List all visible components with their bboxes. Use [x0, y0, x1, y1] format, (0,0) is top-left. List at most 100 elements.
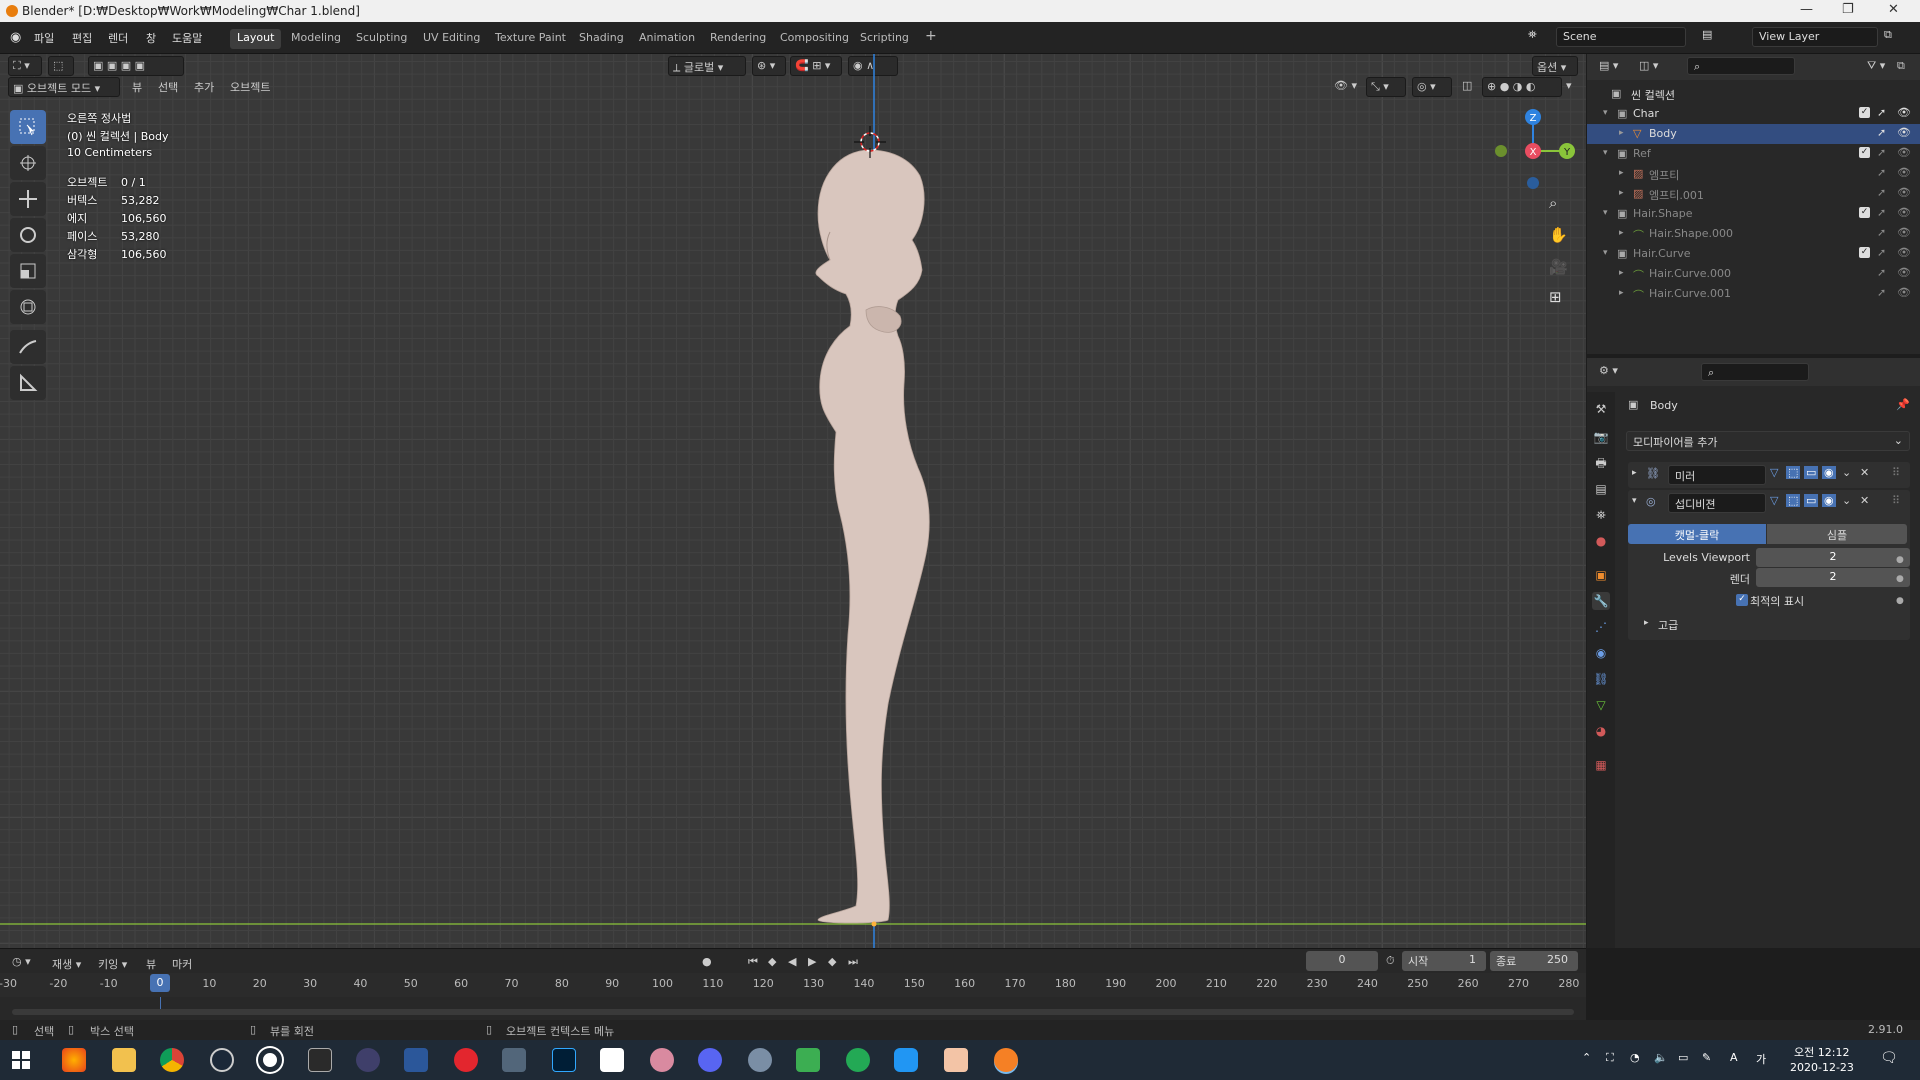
clock-date[interactable]: 2020-12-23	[1790, 1061, 1854, 1074]
next-keyframe-icon[interactable]: ◆	[828, 955, 836, 968]
selectable-arrow-icon[interactable]: ➚	[1877, 186, 1886, 199]
eye-icon[interactable]: 👁	[1897, 206, 1911, 219]
menu-keying[interactable]: 키잉 ▾	[98, 956, 127, 972]
menu-timeline-view[interactable]: 뷰	[146, 956, 156, 972]
epic-games-icon[interactable]	[308, 1048, 332, 1072]
levels-viewport-field[interactable]: 2	[1756, 548, 1910, 567]
current-frame-field[interactable]: 0	[1306, 951, 1378, 971]
data-tab-icon[interactable]: ▽	[1592, 696, 1610, 714]
start-frame-field[interactable]: 시작 1	[1402, 951, 1486, 971]
exclude-checkbox[interactable]: ✓	[1859, 107, 1870, 118]
play-reverse-icon[interactable]: ◀	[788, 955, 796, 968]
close-icon[interactable]: ✕	[1888, 2, 1899, 17]
volume-icon[interactable]: 🔈	[1654, 1051, 1668, 1064]
tool-tab-icon[interactable]: ⚒	[1592, 400, 1610, 418]
ubisoft-icon[interactable]	[258, 1048, 282, 1072]
add-modifier-dropdown[interactable]: 모디파이어를 추가 ⌄	[1626, 431, 1910, 451]
pen-icon[interactable]: ✎	[1702, 1051, 1711, 1064]
selectable-arrow-icon[interactable]: ➚	[1877, 106, 1886, 119]
object-tab-icon[interactable]: ▣	[1592, 566, 1610, 584]
expand-arrow-icon[interactable]: ▾	[1603, 108, 1608, 118]
utorrent-icon[interactable]	[846, 1048, 870, 1072]
tray-app-icon[interactable]: ⛶	[1606, 1051, 1614, 1065]
timeline-ruler[interactable]	[0, 973, 1586, 997]
world-tab-icon[interactable]: ●	[1592, 532, 1610, 550]
tab-shading[interactable]: Shading	[572, 29, 631, 49]
expand-arrow-icon[interactable]: ▾	[1603, 248, 1608, 258]
3d-viewport[interactable]: ⛶ ▾ ⬚ ▣ ▣ ▣ ▣ ⟂ 글로벌 ▾ ⊛ ▾ 🧲 ⊞ ▾ ◉ ∧ 옵션 ▾…	[0, 54, 1586, 948]
view-layer-icon[interactable]: ▤	[1702, 28, 1712, 41]
timeline-editor-icon[interactable]: ◷ ▾	[12, 955, 31, 968]
nox-icon[interactable]	[356, 1048, 380, 1072]
eye-icon[interactable]: 👁	[1897, 146, 1911, 159]
simple-tab[interactable]: 심플	[1767, 524, 1907, 544]
tab-rendering[interactable]: Rendering	[703, 29, 773, 49]
selectable-arrow-icon[interactable]: ➚	[1877, 226, 1886, 239]
outliner-item-hair-shape-000[interactable]: ▸ ⌒ Hair.Shape.000 ➚ 👁	[1587, 224, 1920, 244]
outliner-item-hair-curve-000[interactable]: ▸ ⌒ Hair.Curve.000 ➚ 👁	[1587, 264, 1920, 284]
add-workspace-button[interactable]: +	[918, 26, 944, 46]
mirror-name-field[interactable]: 미러	[1668, 465, 1766, 485]
outliner-item-엠프티-001[interactable]: ▸ ▨ 엠프티.001 ➚ 👁	[1587, 184, 1920, 204]
eye-icon[interactable]: 👁	[1897, 126, 1911, 139]
menu-render[interactable]: 렌더	[108, 30, 128, 46]
jump-start-icon[interactable]: ⏮	[748, 955, 758, 969]
eye-icon[interactable]: 👁	[1897, 166, 1911, 179]
menu-help[interactable]: 도움말	[172, 30, 202, 46]
outliner-item-body[interactable]: ▸ ▽ Body ➚ 👁	[1587, 124, 1920, 144]
tab-uv-editing[interactable]: UV Editing	[416, 29, 487, 49]
advanced-arrow-icon[interactable]: ▸	[1644, 618, 1649, 628]
pan-hand-icon[interactable]: ✋	[1549, 226, 1568, 244]
particles-tab-icon[interactable]: ⋰	[1592, 618, 1610, 636]
outliner-item-ref[interactable]: ▾ ▣ Ref ✓ ➚ 👁	[1587, 144, 1920, 164]
selectable-arrow-icon[interactable]: ➚	[1877, 266, 1886, 279]
steam-icon[interactable]	[210, 1048, 234, 1072]
expand-arrow-icon[interactable]: ▸	[1619, 228, 1624, 238]
properties-editor-icon[interactable]: ⚙ ▾	[1599, 364, 1618, 377]
material-tab-icon[interactable]: ◕	[1592, 722, 1610, 740]
selectable-arrow-icon[interactable]: ➚	[1877, 246, 1886, 259]
eye-icon[interactable]: 👁	[1897, 266, 1911, 279]
texture-tab-icon[interactable]: ▦	[1592, 756, 1610, 774]
blender-taskbar-icon[interactable]	[994, 1048, 1018, 1072]
tab-texture-paint[interactable]: Texture Paint	[488, 29, 573, 49]
editmode-toggle-icon[interactable]: ▽	[1770, 494, 1778, 507]
expand-arrow-icon[interactable]: ▸	[1619, 268, 1624, 278]
photoshop-icon[interactable]	[552, 1048, 576, 1072]
tab-modeling[interactable]: Modeling	[284, 29, 348, 49]
remove-modifier-icon[interactable]: ✕	[1860, 466, 1869, 479]
eye-icon[interactable]: 👁	[1897, 286, 1911, 299]
modifier-menu-icon[interactable]: ⌄	[1842, 494, 1851, 507]
network-icon[interactable]: ◔	[1630, 1051, 1640, 1064]
render-levels-field[interactable]: 2	[1756, 568, 1910, 587]
viewport-toggle-icon[interactable]: ▭	[1804, 494, 1819, 507]
render-toggle-icon[interactable]: ◉	[1822, 466, 1836, 479]
expand-arrow-icon[interactable]: ▸	[1619, 168, 1624, 178]
selectable-arrow-icon[interactable]: ➚	[1877, 166, 1886, 179]
play-icon[interactable]: ▶	[808, 955, 816, 968]
ime-indicator[interactable]: A	[1730, 1051, 1738, 1064]
zoom-icon[interactable]: ⌕	[1549, 194, 1557, 212]
ortho-grid-icon[interactable]: ⊞	[1549, 288, 1562, 306]
firefox-icon[interactable]	[62, 1048, 86, 1072]
playhead[interactable]: 0	[150, 974, 170, 992]
tray-chevron-icon[interactable]: ⌃	[1582, 1051, 1591, 1064]
timeline-panel[interactable]: ◷ ▾ 재생 ▾ 키잉 ▾ 뷰 마커 ● ⏮ ◆ ◀ ▶ ◆ ⏭ 0 ⏱ 시작 1…	[0, 948, 1586, 1020]
settings-app-icon[interactable]	[502, 1048, 526, 1072]
outliner-search-input[interactable]: ⌕	[1687, 57, 1795, 75]
properties-search-input[interactable]: ⌕	[1701, 363, 1809, 381]
selectable-arrow-icon[interactable]: ➚	[1877, 286, 1886, 299]
tab-animation[interactable]: Animation	[632, 29, 702, 49]
stopwatch-icon[interactable]: ⏱	[1386, 954, 1395, 968]
game-app-icon[interactable]	[748, 1048, 772, 1072]
clock-time[interactable]: 오전 12:12	[1794, 1044, 1849, 1060]
expand-arrow-icon[interactable]: ▸	[1619, 188, 1624, 198]
output-tab-icon[interactable]: 🖶	[1592, 454, 1610, 472]
menu-edit[interactable]: 편집	[72, 30, 92, 46]
scene-tab-icon[interactable]: ⛯	[1592, 506, 1610, 524]
outliner-item-hair-curve-001[interactable]: ▸ ⌒ Hair.Curve.001 ➚ 👁	[1587, 284, 1920, 304]
outliner-item-hair-curve[interactable]: ▾ ▣ Hair.Curve ✓ ➚ 👁	[1587, 244, 1920, 264]
tab-scripting[interactable]: Scripting	[853, 29, 916, 49]
menu-marker[interactable]: 마커	[172, 956, 192, 972]
eye-icon[interactable]: 👁	[1897, 186, 1911, 199]
